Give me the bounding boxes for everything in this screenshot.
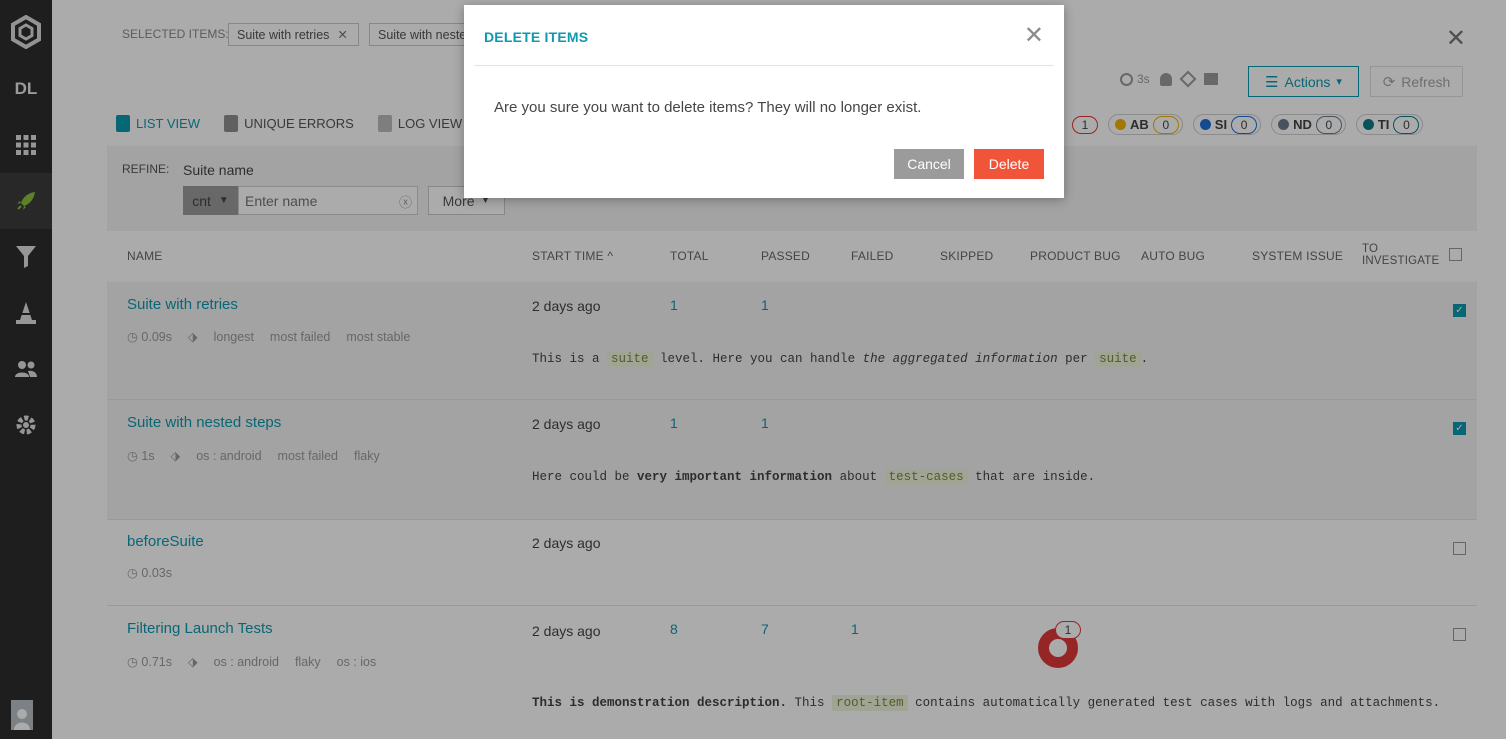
modal-title: DELETE ITEMS bbox=[484, 29, 589, 45]
close-icon[interactable]: ✕ bbox=[1024, 21, 1044, 50]
delete-button[interactable]: Delete bbox=[974, 149, 1044, 179]
cancel-button[interactable]: Cancel bbox=[894, 149, 964, 179]
delete-items-modal: DELETE ITEMS ✕ Are you sure you want to … bbox=[464, 5, 1064, 198]
divider bbox=[474, 65, 1054, 66]
modal-message: Are you sure you want to delete items? T… bbox=[494, 99, 922, 116]
